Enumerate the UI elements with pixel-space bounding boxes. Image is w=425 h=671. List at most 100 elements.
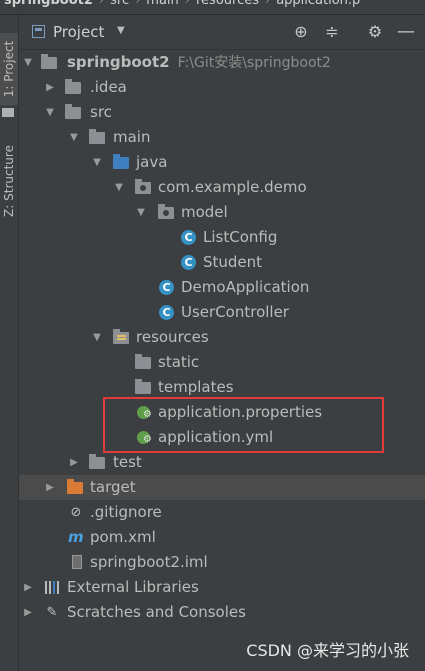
folder-icon xyxy=(2,108,14,117)
editor-breadcrumb-bar: springboot2 › src › main › resources › applicati… xyxy=(0,0,425,15)
iml-file-icon xyxy=(72,555,82,569)
expand-arrow-icon[interactable]: ▼ xyxy=(113,175,125,200)
tree-item-label: main xyxy=(113,128,151,146)
tree-row-static[interactable]: static xyxy=(19,350,425,375)
collapse-arrow-icon[interactable]: ▶ xyxy=(44,475,56,500)
tree-row-com-example-demo[interactable]: ▼ com.example.demo xyxy=(19,175,425,200)
folder-icon xyxy=(89,129,105,144)
project-tree: ▼ springboot2 F:\Git安装\springboot2 ▶ .ide… xyxy=(19,50,425,671)
breadcrumb-item-resources[interactable]: resources xyxy=(196,0,259,8)
resources-folder-icon xyxy=(113,329,129,344)
tree-row-student[interactable]: C Student xyxy=(19,250,425,275)
gitignore-file-icon: ⊘ xyxy=(70,505,82,520)
package-icon xyxy=(135,179,151,194)
collapse-arrow-icon[interactable]: ▶ xyxy=(68,450,80,475)
project-panel-header: Project ▼ ⊕ ≑ ⚙ — xyxy=(19,15,425,50)
tree-item-label: springboot2.iml xyxy=(90,553,208,571)
folder-icon xyxy=(65,79,81,94)
tab-project[interactable]: 1: Project xyxy=(0,33,18,105)
expand-arrow-icon[interactable]: ▼ xyxy=(44,100,56,125)
expand-arrow-icon[interactable]: ▼ xyxy=(91,150,103,175)
collapse-arrow-icon[interactable]: ▶ xyxy=(22,600,34,625)
breadcrumb-separator: › xyxy=(184,0,190,8)
tree-row-gitignore[interactable]: ⊘ .gitignore xyxy=(19,500,425,525)
tree-item-path-hint: F:\Git安装\springboot2 xyxy=(177,55,331,71)
tree-row-application-yml[interactable]: application.yml xyxy=(19,425,425,450)
tree-item-label: resources xyxy=(136,328,209,346)
breadcrumb-separator: › xyxy=(265,0,271,8)
libraries-icon xyxy=(45,581,61,596)
breadcrumb-item-file[interactable]: application.p xyxy=(276,0,360,8)
tree-row-src[interactable]: ▼ src xyxy=(19,100,425,125)
breadcrumb-separator: › xyxy=(135,0,141,8)
tree-item-label: application.properties xyxy=(158,403,323,421)
tree-row-test[interactable]: ▶ test xyxy=(19,450,425,475)
project-view-icon xyxy=(32,25,45,38)
breadcrumb-item-project[interactable]: springboot2 xyxy=(4,0,93,8)
tree-row-main[interactable]: ▼ main xyxy=(19,125,425,150)
tree-row-target[interactable]: ▶ target xyxy=(19,475,425,500)
collapse-all-icon[interactable]: ≑ xyxy=(321,21,343,43)
tree-row-demoapplication[interactable]: C DemoApplication xyxy=(19,275,425,300)
tab-structure-label: Z: Structure xyxy=(2,145,16,217)
maven-icon: m xyxy=(68,528,84,546)
project-view-selector[interactable]: Project xyxy=(53,23,104,41)
locate-file-icon[interactable]: ⊕ xyxy=(290,21,312,43)
watermark: CSDN @来学习的小张 xyxy=(246,641,409,660)
hide-panel-icon[interactable]: — xyxy=(395,21,417,43)
spring-config-icon xyxy=(137,406,152,420)
tree-item-label: UserController xyxy=(181,303,289,321)
module-folder-icon xyxy=(41,54,57,69)
tree-item-label: External Libraries xyxy=(67,578,199,596)
tree-item-label: DemoApplication xyxy=(181,278,310,296)
tree-item-label: com.example.demo xyxy=(158,178,307,196)
tree-item-label: Scratches and Consoles xyxy=(67,603,246,621)
tab-project-label: 1: Project xyxy=(2,40,16,98)
tree-row-scratches[interactable]: ▶ ✎ Scratches and Consoles xyxy=(19,600,425,625)
collapse-arrow-icon[interactable]: ▶ xyxy=(22,575,34,600)
chevron-down-icon[interactable]: ▼ xyxy=(117,25,125,36)
class-icon: C xyxy=(181,255,196,270)
tree-row-springboot2-iml[interactable]: springboot2.iml xyxy=(19,550,425,575)
spring-config-icon xyxy=(137,431,152,445)
tree-item-label: Student xyxy=(203,253,263,271)
tree-row-pom-xml[interactable]: m pom.xml xyxy=(19,525,425,550)
gear-icon[interactable]: ⚙ xyxy=(364,21,386,43)
tree-item-label: target xyxy=(90,478,136,496)
expand-arrow-icon[interactable]: ▼ xyxy=(68,125,80,150)
tree-row-resources[interactable]: ▼ resources xyxy=(19,325,425,350)
expand-arrow-icon[interactable]: ▼ xyxy=(135,200,147,225)
tree-item-label: model xyxy=(181,203,228,221)
tree-item-label: application.yml xyxy=(158,428,274,446)
tree-item-label: .gitignore xyxy=(90,503,162,521)
folder-icon xyxy=(89,454,105,469)
folder-icon xyxy=(135,354,151,369)
tree-row-model[interactable]: ▼ model xyxy=(19,200,425,225)
class-icon: C xyxy=(159,305,174,320)
breadcrumb-separator: › xyxy=(98,0,105,8)
tree-item-label: java xyxy=(136,153,168,171)
tree-row-external-libraries[interactable]: ▶ External Libraries xyxy=(19,575,425,600)
tree-item-label: pom.xml xyxy=(90,528,156,546)
tree-row-springboot2[interactable]: ▼ springboot2 F:\Git安装\springboot2 xyxy=(19,50,425,75)
expand-arrow-icon[interactable]: ▼ xyxy=(91,325,103,350)
collapse-arrow-icon[interactable]: ▶ xyxy=(44,75,56,100)
source-folder-icon xyxy=(113,154,129,169)
excluded-folder-icon xyxy=(67,479,83,494)
tree-row-application-properties[interactable]: application.properties xyxy=(19,400,425,425)
tree-item-label: .idea xyxy=(90,78,127,96)
class-icon: C xyxy=(181,230,196,245)
tree-row-usercontroller[interactable]: C UserController xyxy=(19,300,425,325)
expand-arrow-icon[interactable]: ▼ xyxy=(22,50,34,75)
tab-structure[interactable]: Z: Structure xyxy=(0,143,18,219)
tree-row-idea[interactable]: ▶ .idea xyxy=(19,75,425,100)
folder-icon xyxy=(135,379,151,394)
tree-row-listconfig[interactable]: C ListConfig xyxy=(19,225,425,250)
breadcrumb: springboot2 › src › main › resources › applicati… xyxy=(4,0,360,8)
tree-row-java[interactable]: ▼ java xyxy=(19,150,425,175)
tree-row-templates[interactable]: templates xyxy=(19,375,425,400)
breadcrumb-item-main[interactable]: main xyxy=(146,0,178,8)
tree-item-label: static xyxy=(158,353,200,371)
scratches-icon: ✎ xyxy=(46,605,58,620)
breadcrumb-item-src[interactable]: src xyxy=(110,0,129,8)
